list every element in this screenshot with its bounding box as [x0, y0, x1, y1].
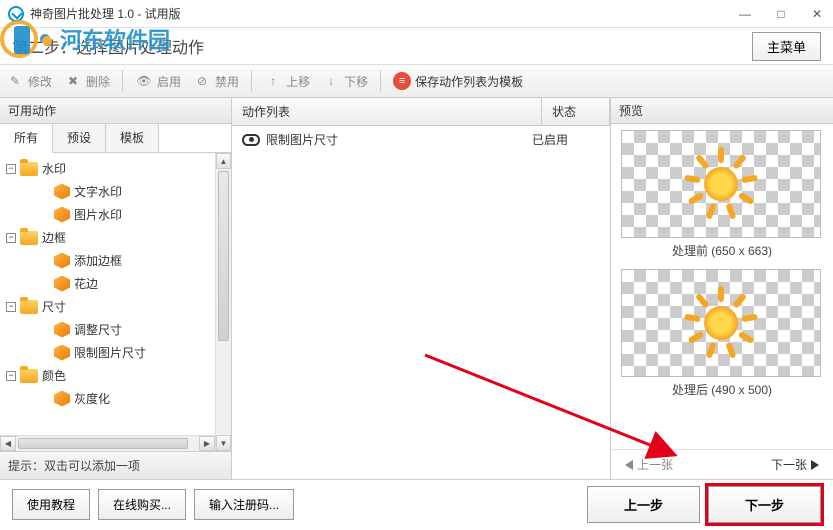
delete-button[interactable]: ✖删除	[64, 72, 110, 90]
tree-item-grayscale[interactable]: 灰度化	[4, 387, 211, 410]
tree-item-add-border[interactable]: 添加边框	[4, 249, 211, 272]
collapse-icon[interactable]: −	[6, 302, 16, 312]
prev-image-button[interactable]: 上一张	[625, 456, 673, 473]
cube-icon	[54, 322, 70, 338]
tree-node-border[interactable]: −边框	[4, 226, 211, 249]
tab-template[interactable]: 模板	[106, 124, 159, 152]
list-body: 限制图片尺寸 已启用	[232, 126, 610, 479]
hint-text: 提示：双击可以添加一项	[0, 451, 231, 479]
tutorial-button[interactable]: 使用教程	[12, 489, 90, 520]
minimize-button[interactable]: —	[737, 7, 753, 21]
next-image-button[interactable]: 下一张	[771, 456, 819, 473]
left-tabs: 所有 预设 模板	[0, 124, 231, 153]
tree-node-color[interactable]: −颜色	[4, 364, 211, 387]
action-status: 已启用	[532, 131, 600, 148]
folder-icon	[20, 231, 38, 245]
scroll-down-icon[interactable]: ▼	[216, 435, 231, 451]
prev-step-button[interactable]: 上一步	[587, 486, 700, 523]
preview-after	[621, 269, 821, 377]
preview-panel: 预览 处理前 (650 x 663)	[611, 98, 833, 479]
vertical-scrollbar[interactable]: ▲ ▼	[215, 153, 231, 451]
move-down-button[interactable]: ↓下移	[322, 72, 368, 90]
cube-icon	[54, 253, 70, 269]
delete-icon: ✖	[64, 72, 82, 90]
action-tree: −水印 文字水印 图片水印 −边框 添加边框 花边 −尺寸 调整尺寸 限制图片尺…	[0, 153, 215, 435]
close-button[interactable]: ✕	[809, 7, 825, 21]
cube-icon	[54, 184, 70, 200]
preview-before	[621, 130, 821, 238]
title-bar: 神奇图片批处理 1.0 - 试用版 — □ ✕	[0, 0, 833, 28]
cube-icon	[54, 276, 70, 292]
collapse-icon[interactable]: −	[6, 233, 16, 243]
folder-icon	[20, 369, 38, 383]
preview-title: 预览	[611, 98, 833, 124]
toolbar: ✎修改 ✖删除 👁启用 ⊘禁用 ↑上移 ↓下移 ≡保存动作列表为模板	[0, 64, 833, 98]
app-icon	[8, 6, 24, 22]
action-name: 限制图片尺寸	[266, 131, 338, 148]
left-panel-title: 可用动作	[0, 98, 231, 124]
tree-node-size[interactable]: −尺寸	[4, 295, 211, 318]
buy-button[interactable]: 在线购买...	[98, 489, 186, 520]
eye-icon: 👁	[135, 72, 153, 90]
maximize-button[interactable]: □	[773, 7, 789, 21]
scroll-left-icon[interactable]: ◀	[0, 436, 16, 451]
separator	[380, 70, 381, 92]
tree-item-limit-size[interactable]: 限制图片尺寸	[4, 341, 211, 364]
eye-icon	[242, 134, 260, 146]
enable-button[interactable]: 👁启用	[135, 72, 181, 90]
tree-item-lace[interactable]: 花边	[4, 272, 211, 295]
window-title: 神奇图片批处理 1.0 - 试用版	[30, 5, 737, 22]
horizontal-scrollbar[interactable]: ◀ ▶	[0, 435, 215, 451]
cube-icon	[54, 345, 70, 361]
scrollbar-thumb[interactable]	[218, 171, 229, 341]
folder-icon	[20, 300, 38, 314]
separator	[122, 70, 123, 92]
scroll-right-icon[interactable]: ▶	[199, 436, 215, 451]
list-item[interactable]: 限制图片尺寸 已启用	[232, 126, 610, 153]
eye-off-icon: ⊘	[193, 72, 211, 90]
folder-icon	[20, 162, 38, 176]
footer: 使用教程 在线购买... 输入注册码... 上一步 下一步	[0, 480, 833, 528]
arrow-right-icon	[811, 460, 819, 470]
tab-preset[interactable]: 预设	[53, 124, 106, 152]
action-list-panel: 动作列表 状态 限制图片尺寸 已启用	[232, 98, 611, 479]
tree-node-watermark[interactable]: −水印	[4, 157, 211, 180]
separator	[251, 70, 252, 92]
step-title: 第二步：选择图片处理动作	[12, 34, 752, 58]
next-step-button[interactable]: 下一步	[708, 486, 821, 523]
header: 第二步：选择图片处理动作 主菜单	[0, 28, 833, 64]
save-template-button[interactable]: ≡保存动作列表为模板	[393, 72, 523, 90]
arrow-down-icon: ↓	[322, 72, 340, 90]
disable-button[interactable]: ⊘禁用	[193, 72, 239, 90]
caption-before: 处理前 (650 x 663)	[621, 242, 823, 259]
collapse-icon[interactable]: −	[6, 371, 16, 381]
modify-button[interactable]: ✎修改	[6, 72, 52, 90]
cube-icon	[54, 391, 70, 407]
register-button[interactable]: 输入注册码...	[194, 489, 294, 520]
collapse-icon[interactable]: −	[6, 164, 16, 174]
pencil-icon: ✎	[6, 72, 24, 90]
caption-after: 处理后 (490 x 500)	[621, 381, 823, 398]
preview-nav: 上一张 下一张	[611, 449, 833, 479]
cube-icon	[54, 207, 70, 223]
scrollbar-thumb[interactable]	[18, 438, 188, 449]
arrow-up-icon: ↑	[264, 72, 282, 90]
move-up-button[interactable]: ↑上移	[264, 72, 310, 90]
col-status[interactable]: 状态	[542, 98, 610, 125]
tree-item-resize[interactable]: 调整尺寸	[4, 318, 211, 341]
list-icon: ≡	[393, 72, 411, 90]
left-panel: 可用动作 所有 预设 模板 −水印 文字水印 图片水印 −边框 添加边框 花边 …	[0, 98, 232, 479]
tree-item-image-watermark[interactable]: 图片水印	[4, 203, 211, 226]
main-content: 可用动作 所有 预设 模板 −水印 文字水印 图片水印 −边框 添加边框 花边 …	[0, 98, 833, 480]
scroll-up-icon[interactable]: ▲	[216, 153, 231, 169]
tree-item-text-watermark[interactable]: 文字水印	[4, 180, 211, 203]
list-header: 动作列表 状态	[232, 98, 610, 126]
arrow-left-icon	[625, 460, 633, 470]
main-menu-button[interactable]: 主菜单	[752, 32, 821, 61]
tab-all[interactable]: 所有	[0, 124, 53, 153]
col-action[interactable]: 动作列表	[232, 98, 542, 125]
